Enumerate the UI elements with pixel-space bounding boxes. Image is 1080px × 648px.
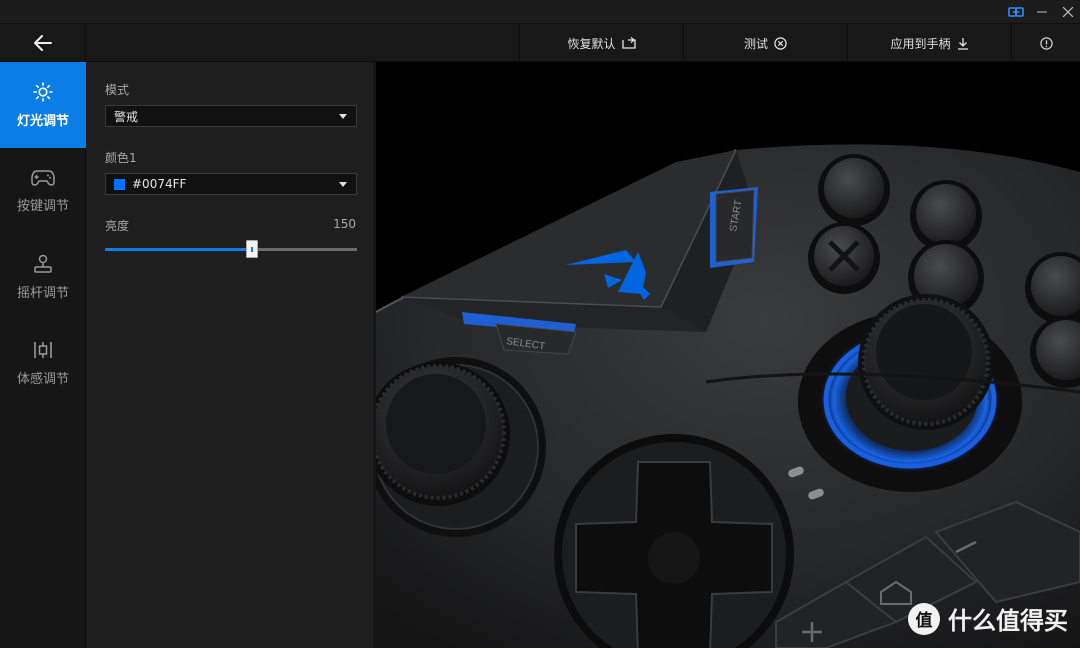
arrow-left-icon xyxy=(33,35,52,51)
controller-illustration: START SELECT xyxy=(376,144,1080,648)
sidebar: 灯光调节 按键调节 摇杆调节 体感调节 xyxy=(0,62,86,648)
sidebar-item-lighting[interactable]: 灯光调节 xyxy=(0,62,86,148)
sidebar-item-label: 灯光调节 xyxy=(16,113,69,129)
color1-value: #0074FF xyxy=(132,177,187,191)
brightness-value: 150 xyxy=(333,217,356,231)
reset-icon xyxy=(621,37,636,49)
apply-to-controller-button[interactable]: 应用到手柄 xyxy=(847,24,1011,62)
minimize-button[interactable] xyxy=(1030,0,1054,24)
color-swatch xyxy=(114,178,125,190)
sidebar-item-label: 按键调节 xyxy=(16,198,69,214)
sun-icon xyxy=(33,81,53,102)
close-button[interactable] xyxy=(1056,0,1080,24)
controller-preview: START SELECT 值 什么值得买 xyxy=(376,62,1080,648)
restore-default-label: 恢复默认 xyxy=(567,36,616,51)
joystick-icon xyxy=(34,254,52,273)
restore-default-button[interactable]: 恢复默认 xyxy=(519,24,683,62)
motion-sensor-icon xyxy=(34,341,52,358)
title-bar xyxy=(0,0,1080,24)
brightness-slider-track[interactable] xyxy=(105,248,357,251)
link-icon[interactable] xyxy=(1004,0,1028,24)
mode-label: 模式 xyxy=(105,83,130,97)
watermark: 值 什么值得买 xyxy=(908,601,1068,636)
color1-select[interactable]: #0074FF xyxy=(105,173,357,195)
sidebar-item-label: 体感调节 xyxy=(16,371,69,387)
lighting-settings-panel: 模式 警戒 颜色1 #0074FF 亮度 150 xyxy=(87,62,375,648)
mode-value: 警戒 xyxy=(114,109,139,124)
mode-select[interactable]: 警戒 xyxy=(105,105,357,127)
sidebar-item-joystick[interactable]: 摇杆调节 xyxy=(0,234,86,320)
info-icon xyxy=(1039,36,1053,50)
color1-label: 颜色1 xyxy=(105,151,137,165)
sidebar-item-label: 摇杆调节 xyxy=(16,285,69,301)
brightness-slider-fill xyxy=(105,248,253,251)
chevron-down-icon xyxy=(339,114,347,119)
back-button[interactable] xyxy=(0,24,86,62)
chevron-down-icon xyxy=(339,182,347,187)
download-icon xyxy=(957,37,968,50)
test-label: 测试 xyxy=(743,36,768,51)
sidebar-item-buttons[interactable]: 按键调节 xyxy=(0,148,86,234)
watermark-logo: 值 xyxy=(908,602,940,635)
sidebar-item-motion[interactable]: 体感调节 xyxy=(0,320,86,406)
info-button[interactable] xyxy=(1011,24,1080,62)
brightness-slider-thumb[interactable] xyxy=(246,240,259,258)
apply-to-controller-label: 应用到手柄 xyxy=(890,36,951,51)
gamepad-icon xyxy=(31,169,55,186)
circle-x-icon xyxy=(774,36,787,50)
brightness-label: 亮度 xyxy=(105,219,130,233)
watermark-text: 什么值得买 xyxy=(948,607,1068,635)
toolbar: 恢复默认 测试 应用到手柄 xyxy=(0,24,1080,62)
test-button[interactable]: 测试 xyxy=(683,24,847,62)
